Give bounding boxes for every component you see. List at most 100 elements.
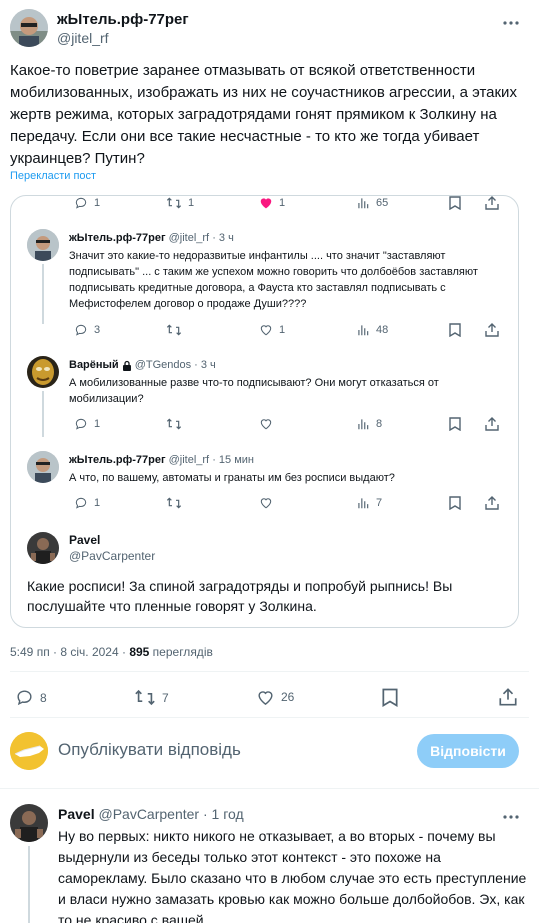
quoted-top-views-stat[interactable]: 65 [356, 196, 388, 210]
retweet-icon [166, 497, 182, 509]
author-display-name[interactable]: жЫтель.рф-77рег [57, 11, 189, 28]
reply-compose-input[interactable]: Опублікувати відповідь [58, 740, 241, 760]
reply2-reply-stat[interactable]: 1 [74, 417, 100, 431]
lock-icon [122, 360, 131, 371]
reply-icon [75, 418, 87, 430]
retweet-icon [166, 418, 182, 430]
retweet-icon [166, 197, 182, 209]
reply4-text: Какие росписи! За спиной заградотряды и … [27, 578, 453, 614]
reply2-handle[interactable]: @TGendos [135, 359, 191, 371]
translate-link[interactable]: Перекласти пост [10, 170, 96, 182]
reply2-views-count: 8 [376, 418, 383, 430]
reply3-retweet-stat[interactable] [166, 496, 182, 510]
author-handle[interactable]: @jitel_rf [57, 30, 109, 46]
views-count: 895 [129, 645, 150, 659]
main-reply-count: 8 [40, 690, 47, 705]
thread-line [28, 846, 30, 923]
reply3-like-stat[interactable] [259, 496, 273, 509]
reply3-views-count: 7 [376, 497, 383, 509]
tweet-text: Какое-то поветрие заранее отмазывать от … [10, 62, 517, 167]
reply2-header: Варёный @TGendos · 3 ч [69, 359, 216, 371]
reply-button[interactable]: Відповісти [417, 734, 519, 768]
quoted-conversation-card[interactable]: 1 1 1 65 жЫтель.рф-77рег @jitel_rf · 3 ч… [10, 195, 519, 628]
retweet-icon [135, 689, 155, 706]
reply1-avatar[interactable] [27, 229, 59, 261]
reply1-views-stat[interactable]: 48 [356, 323, 388, 337]
reply2-like-stat[interactable] [259, 417, 273, 430]
heart-icon [260, 498, 272, 509]
reply3-handle[interactable]: @jitel_rf [169, 454, 210, 466]
bottom-reply-avatar[interactable] [10, 804, 48, 842]
more-options-icon[interactable] [502, 808, 520, 826]
reply2-views-stat[interactable]: 8 [356, 417, 382, 431]
reply1-retweet-stat[interactable] [166, 323, 182, 337]
reply2-avatar[interactable] [27, 356, 59, 388]
share-icon[interactable] [485, 417, 499, 431]
reply3-avatar[interactable] [27, 451, 59, 483]
quoted-top-retweet-count: 1 [188, 197, 195, 209]
reply3-text: А что, по вашему, автоматы и гранаты им … [69, 472, 395, 484]
reply1-like-stat[interactable]: 1 [259, 323, 285, 336]
reply2-display-name[interactable]: Варёный [69, 359, 119, 371]
tweet-meta: 5:49 пп · 8 січ. 2024 · 895 переглядів [10, 645, 213, 659]
bottom-reply-text: Ну во первых: никто никого не отказывает… [58, 828, 527, 923]
avatar-photo [10, 9, 48, 47]
reply4-handle[interactable]: @PavCarpenter [69, 549, 155, 563]
reply2-retweet-stat[interactable] [166, 417, 182, 431]
views-icon [358, 325, 369, 336]
reply-icon [75, 497, 87, 509]
current-user-avatar[interactable] [10, 732, 48, 770]
main-retweet-count: 7 [162, 690, 169, 705]
reply3-time[interactable]: · 15 мин [212, 454, 254, 466]
main-like-count: 26 [281, 690, 295, 704]
author-avatar[interactable] [10, 9, 48, 47]
heart-icon [260, 325, 272, 336]
share-icon[interactable] [485, 496, 499, 510]
bookmark-icon[interactable] [449, 496, 461, 510]
divider [10, 717, 529, 718]
reply1-reply-count: 3 [94, 324, 101, 336]
share-icon[interactable] [485, 196, 499, 210]
tweet-timestamp[interactable]: 5:49 пп · 8 січ. 2024 · [10, 645, 129, 659]
more-options-icon[interactable] [502, 14, 520, 32]
reply1-display-name[interactable]: жЫтель.рф-77рег [69, 232, 166, 244]
reply3-views-stat[interactable]: 7 [356, 496, 382, 510]
quoted-top-retweet-stat[interactable]: 1 [166, 196, 194, 210]
reply-icon [75, 324, 87, 336]
reply-icon [17, 690, 32, 706]
bookmark-icon[interactable] [449, 417, 461, 431]
reply-icon [75, 197, 87, 209]
bookmark-icon[interactable] [449, 323, 461, 337]
reply1-views-count: 48 [376, 324, 389, 336]
divider [0, 788, 539, 789]
reply4-display-name[interactable]: Pavel [69, 533, 100, 547]
reply1-reply-stat[interactable]: 3 [74, 323, 100, 337]
views-icon [358, 419, 369, 430]
retweet-icon [166, 324, 182, 336]
bottom-reply-time[interactable]: · 1 год [203, 806, 244, 822]
bottom-reply-display-name[interactable]: Pavel [58, 806, 95, 822]
reply3-reply-stat[interactable]: 1 [74, 496, 100, 510]
bookmark-icon[interactable] [449, 196, 461, 210]
divider [10, 671, 529, 672]
reply1-handle[interactable]: @jitel_rf [169, 232, 210, 244]
reply3-header: жЫтель.рф-77рег @jitel_rf · 15 мин [69, 454, 254, 466]
quoted-top-reply-stat[interactable]: 1 [74, 196, 100, 210]
reply2-time[interactable]: · 3 ч [194, 359, 216, 371]
views-icon [358, 498, 369, 509]
reply4-avatar[interactable] [27, 532, 59, 564]
main-reply-stat[interactable]: 8 [15, 688, 47, 707]
bookmark-icon[interactable] [382, 688, 398, 707]
reply1-text: Значит это какие-то недоразвитые инфанти… [69, 250, 478, 310]
main-like-stat[interactable]: 26 [256, 688, 294, 706]
main-retweet-stat[interactable]: 7 [134, 688, 169, 707]
heart-icon [258, 691, 273, 705]
reply3-display-name[interactable]: жЫтель.рф-77рег [69, 454, 166, 466]
share-icon[interactable] [485, 323, 499, 337]
reply1-time[interactable]: · 3 ч [212, 232, 234, 244]
quoted-top-like-count: 1 [279, 196, 286, 209]
quoted-top-like-stat[interactable]: 1 [259, 196, 285, 209]
share-icon[interactable] [499, 688, 517, 706]
quoted-top-views-count: 65 [376, 197, 389, 209]
bottom-reply-handle[interactable]: @PavCarpenter [98, 806, 199, 822]
